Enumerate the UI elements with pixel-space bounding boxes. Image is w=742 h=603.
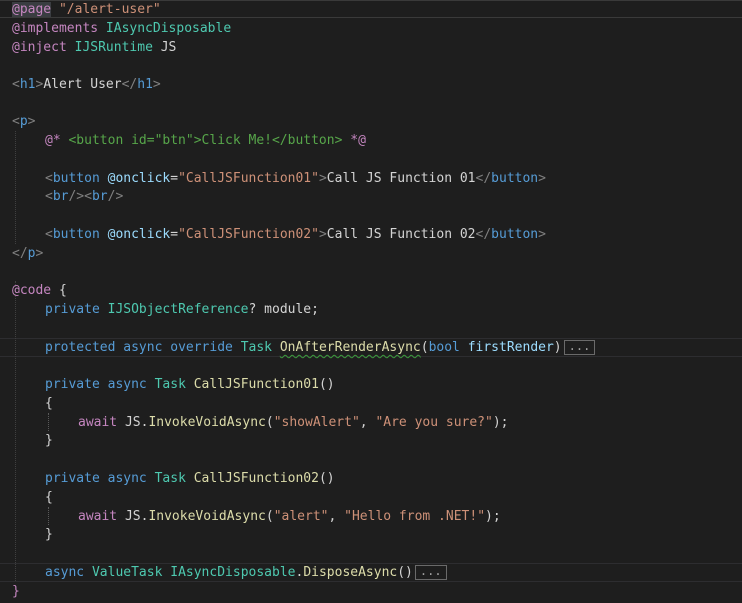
collapsed-code-button[interactable]: ... xyxy=(563,340,596,355)
indent-guide xyxy=(48,413,49,431)
code-line[interactable]: { xyxy=(45,488,53,507)
indent-guide xyxy=(48,507,49,525)
code-line[interactable]: } xyxy=(45,431,53,450)
indent-guide xyxy=(15,281,16,581)
code-line[interactable]: } xyxy=(45,525,53,544)
code-line[interactable]: @implements IAsyncDisposable xyxy=(12,19,231,38)
code-line[interactable]: await JS.InvokeVoidAsync("alert", "Hello… xyxy=(78,507,501,526)
code-line[interactable]: private async Task CallJSFunction02() xyxy=(45,469,335,488)
code-editor[interactable]: @page "/alert-user" @implements IAsyncDi… xyxy=(0,0,742,603)
code-line[interactable]: <h1>Alert User</h1> xyxy=(12,75,161,94)
indent-guide xyxy=(15,131,16,244)
code-line[interactable]: <button @onclick="CallJSFunction02">Call… xyxy=(45,225,546,244)
code-line[interactable]: @code { xyxy=(12,281,67,300)
code-line[interactable]: @inject IJSRuntime JS xyxy=(12,38,176,57)
code-line[interactable]: } xyxy=(12,582,20,601)
code-line[interactable]: async ValueTask IAsyncDisposable.Dispose… xyxy=(45,563,447,582)
code-line[interactable]: { xyxy=(45,394,53,413)
code-line[interactable]: protected async override Task OnAfterRen… xyxy=(45,338,596,357)
code-line[interactable]: await JS.InvokeVoidAsync("showAlert", "A… xyxy=(78,413,509,432)
code-line[interactable]: <p> xyxy=(12,112,35,131)
code-line[interactable]: @* <button id="btn">Click Me!</button> *… xyxy=(45,131,366,150)
code-line[interactable]: <br/><br/> xyxy=(45,187,123,206)
code-line[interactable]: </p> xyxy=(12,244,43,263)
code-line[interactable]: private async Task CallJSFunction01() xyxy=(45,375,335,394)
collapsed-code-button[interactable]: ... xyxy=(414,565,447,580)
code-line[interactable]: @page "/alert-user" xyxy=(12,0,161,19)
code-line[interactable]: <button @onclick="CallJSFunction01">Call… xyxy=(45,169,546,188)
code-line[interactable]: private IJSObjectReference? module; xyxy=(45,300,319,319)
